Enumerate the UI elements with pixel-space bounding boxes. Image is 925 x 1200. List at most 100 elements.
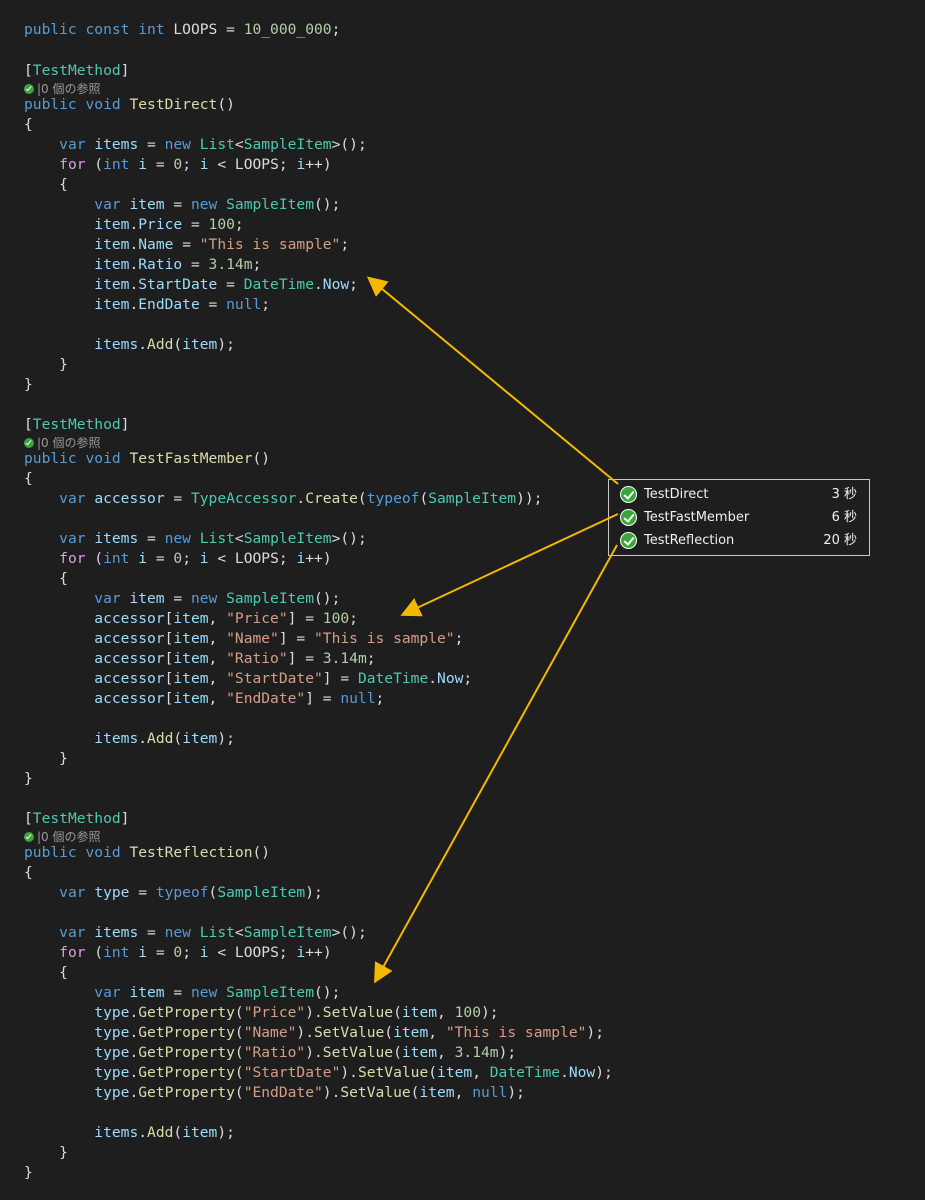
code-token: } [24, 356, 68, 373]
code-token: null [226, 296, 262, 313]
code-token: (); [314, 196, 341, 213]
code-token: public [24, 21, 77, 38]
code-token: type [94, 1004, 130, 1021]
code-token: () [252, 844, 271, 861]
code-token: i [296, 944, 306, 961]
code-token: GetProperty [138, 1004, 235, 1021]
code-token: ( [234, 1004, 244, 1021]
code-token: "EndDate" [243, 1084, 323, 1101]
code-token: List [199, 924, 235, 941]
code-line: var accessor = TypeAccessor.Create(typeo… [24, 489, 542, 509]
code-token: = [147, 944, 174, 961]
code-token: items [94, 530, 139, 547]
code-token: new [164, 530, 191, 547]
code-token: ). [296, 1024, 314, 1041]
code-token: ; [182, 156, 200, 173]
test-result-row[interactable]: TestFastMember 6 秒 [609, 506, 871, 529]
test-result-row[interactable]: TestReflection 20 秒 [609, 529, 871, 552]
code-token: Add [147, 336, 174, 353]
code-token: "This is sample" [445, 1024, 587, 1041]
reference-count[interactable]: 0 個の参照 [41, 436, 100, 450]
code-token: { [24, 570, 68, 587]
code-token: ; [454, 630, 464, 647]
code-token: item [182, 730, 218, 747]
code-line: var items = new List<SampleItem>(); [24, 923, 367, 943]
code-token: 3.14m [454, 1044, 499, 1061]
reference-count[interactable]: 0 個の参照 [41, 830, 100, 844]
code-token: TestMethod [32, 62, 121, 79]
code-token: >(); [331, 530, 367, 547]
code-editor[interactable]: public const int LOOPS = 10_000_000; [Tes… [0, 0, 925, 1200]
code-token: i [138, 944, 148, 961]
code-token: SampleItem [243, 924, 332, 941]
code-token: ); [595, 1064, 613, 1081]
code-token: Add [147, 730, 174, 747]
code-line: var item = new SampleItem(); [24, 983, 340, 1003]
code-token: for [59, 156, 86, 173]
code-line: item.StartDate = DateTime.Now; [24, 275, 358, 295]
code-token: items [94, 924, 139, 941]
code-token: SampleItem [226, 984, 314, 1001]
code-line: var items = new List<SampleItem>(); [24, 529, 367, 549]
code-token: . [129, 1024, 139, 1041]
code-token: ; [375, 690, 385, 707]
code-line: [TestMethod] [24, 61, 129, 81]
code-token: "Ratio" [226, 650, 288, 667]
code-token: public [24, 96, 77, 113]
code-token: 0 [173, 156, 183, 173]
code-token: SampleItem [243, 136, 332, 153]
code-token: = [199, 296, 227, 313]
code-token: ); [507, 1084, 525, 1101]
code-token: { [24, 864, 33, 881]
code-token: for [59, 944, 86, 961]
code-token: . [129, 236, 139, 253]
code-line: type.GetProperty("EndDate").SetValue(ite… [24, 1083, 525, 1103]
code-token: SetValue [322, 1044, 394, 1061]
code-line: item.Ratio = 3.14m; [24, 255, 261, 275]
code-token: item [94, 276, 130, 293]
code-token: ); [217, 730, 235, 747]
code-token: "StartDate" [243, 1064, 341, 1081]
code-token: SetValue [357, 1064, 429, 1081]
check-circle-icon [620, 532, 637, 549]
code-token: item [437, 1064, 473, 1081]
code-token: ] [120, 62, 130, 79]
code-token: ); [480, 1004, 499, 1021]
code-token: accessor [94, 610, 165, 627]
code-token: i [138, 550, 148, 567]
code-token: Name [138, 236, 174, 253]
code-token: int [138, 21, 165, 38]
reference-count[interactable]: 0 個の参照 [41, 82, 100, 96]
code-token: item [129, 590, 165, 607]
code-token: ] = [305, 690, 341, 707]
code-token: "Name" [226, 630, 279, 647]
code-line: items.Add(item); [24, 729, 235, 749]
code-token: 100 [208, 216, 235, 233]
code-token: } [24, 376, 33, 393]
code-token: public [24, 844, 77, 861]
code-token: ). [340, 1064, 358, 1081]
code-token: ( [85, 156, 104, 173]
test-result-row[interactable]: TestDirect 3 秒 [609, 483, 871, 506]
code-token: item [173, 630, 209, 647]
code-token: = [164, 490, 191, 507]
code-token: . [129, 1084, 139, 1101]
code-token: } [24, 770, 33, 787]
code-line: accessor[item, "Name"] = "This is sample… [24, 629, 463, 649]
code-token: ++) [305, 944, 332, 961]
code-token: item [129, 196, 165, 213]
code-token: new [190, 196, 218, 213]
code-token: items [94, 336, 139, 353]
